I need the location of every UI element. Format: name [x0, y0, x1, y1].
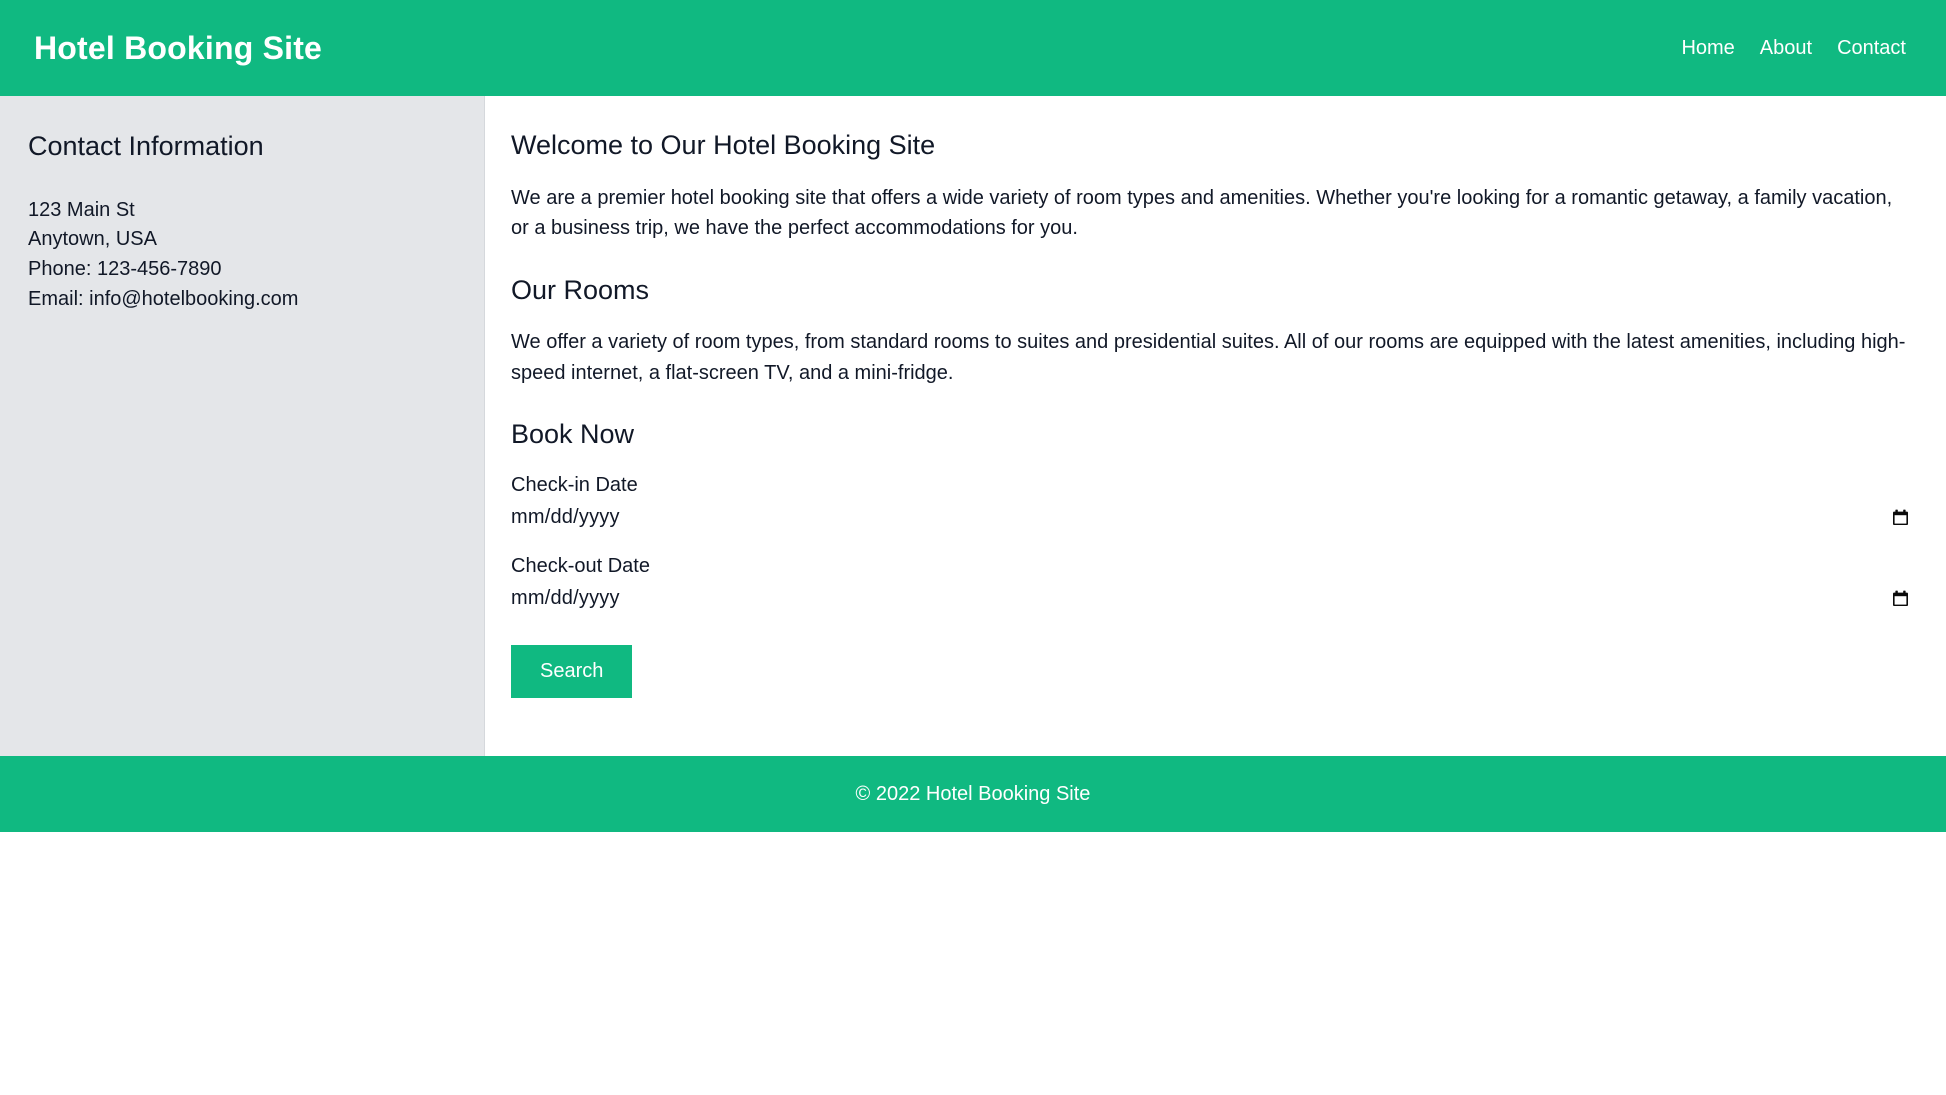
- nav-link-contact[interactable]: Contact: [1837, 38, 1906, 58]
- page-root: Hotel Booking Site Home About Contact Co…: [0, 0, 1946, 1095]
- checkin-field-group: Check-in Date mm/dd/yyyy: [511, 472, 1910, 532]
- site-title: Hotel Booking Site: [34, 30, 323, 66]
- nav-link-about[interactable]: About: [1760, 38, 1812, 58]
- checkin-label: Check-in Date: [511, 473, 638, 496]
- rooms-paragraph: We offer a variety of room types, from s…: [511, 331, 1906, 384]
- sidebar: Contact Information 123 Main St Anytown,…: [0, 96, 485, 756]
- page-filler: [0, 832, 1946, 1095]
- contact-street: 123 Main St: [28, 198, 135, 221]
- rooms-heading: Our Rooms: [511, 274, 650, 305]
- checkin-input[interactable]: mm/dd/yyyy: [511, 503, 1910, 532]
- contact-city: Anytown, USA: [28, 228, 157, 251]
- checkout-placeholder-text: mm/dd/yyyy: [511, 586, 620, 609]
- site-footer: © 2022 Hotel Booking Site: [0, 756, 1946, 832]
- sidebar-heading: Contact Information: [28, 131, 264, 161]
- checkin-placeholder-text: mm/dd/yyyy: [511, 505, 620, 528]
- body-row: Contact Information 123 Main St Anytown,…: [0, 96, 1946, 756]
- search-button[interactable]: Search: [511, 644, 633, 698]
- welcome-heading: Welcome to Our Hotel Booking Site: [511, 130, 936, 160]
- checkout-input[interactable]: mm/dd/yyyy: [511, 584, 1910, 613]
- welcome-paragraph: We are a premier hotel booking site that…: [511, 186, 1893, 240]
- checkout-label: Check-out Date: [511, 554, 650, 577]
- contact-phone: Phone: 123-456-7890: [28, 257, 222, 280]
- calendar-icon[interactable]: [1892, 509, 1909, 526]
- site-header: Hotel Booking Site Home About Contact: [0, 0, 1946, 96]
- book-now-heading: Book Now: [511, 419, 635, 450]
- contact-email: Email: info@hotelbooking.com: [28, 287, 299, 310]
- contact-information-block: 123 Main St Anytown, USA Phone: 123-456-…: [28, 196, 456, 314]
- footer-copyright: © 2022 Hotel Booking Site: [855, 782, 1091, 805]
- main-content: Welcome to Our Hotel Booking Site We are…: [485, 96, 1946, 756]
- main-nav: Home About Contact: [1681, 38, 1908, 58]
- nav-link-home[interactable]: Home: [1681, 38, 1734, 58]
- checkout-field-group: Check-out Date mm/dd/yyyy: [511, 553, 1910, 613]
- calendar-icon[interactable]: [1892, 590, 1909, 607]
- booking-form: Check-in Date mm/dd/yyyy Check-out Date: [511, 472, 1910, 698]
